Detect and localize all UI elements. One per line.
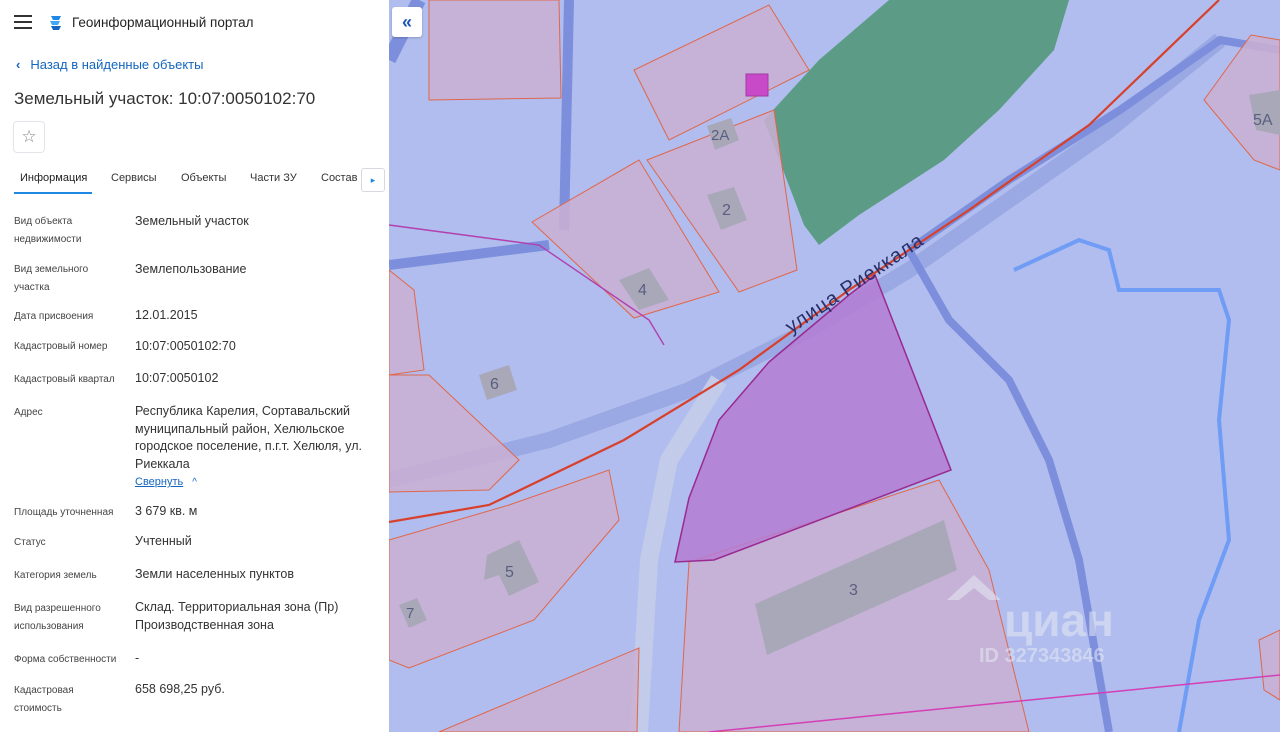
field-label-permitted-use: Вид разрешенного использования (14, 603, 101, 632)
field-value-cadastral-number: 10:07:0050102:70 (135, 339, 236, 353)
field-value-object-type: Земельный участок (135, 214, 249, 228)
field-value-area: 3 679 кв. м (135, 504, 198, 518)
parcel (1258, 629, 1280, 701)
favorite-button[interactable]: ☆ (13, 121, 45, 153)
building-number: 2 (722, 202, 731, 219)
field-value-assign-date: 12.01.2015 (135, 308, 198, 322)
chevron-up-icon: ^ (192, 477, 197, 488)
road (559, 0, 574, 231)
building-number: 5 (505, 564, 514, 581)
watermark-brand: циан (1004, 594, 1114, 646)
watermark-id: ID 327343846 (979, 645, 1105, 667)
field-value-status: Учтенный (135, 534, 192, 548)
page-title: Земельный участок: 10:07:0050102:70 (14, 89, 316, 108)
collapse-address-link[interactable]: Свернуть ^ (135, 476, 197, 488)
field-label-assign-date: Дата присвоения (14, 311, 94, 322)
building-number: 5А (1253, 112, 1273, 129)
field-value-parcel-type: Землепользование (135, 262, 247, 276)
tab-composition[interactable]: Состав (321, 172, 357, 184)
field-value-ownership: - (135, 651, 140, 665)
double-chevron-left-icon: « (401, 11, 412, 32)
app-header: Геоинформационный портал (0, 0, 389, 46)
building-number: 6 (490, 376, 499, 393)
map-canvas[interactable]: улица Риеккала 2А 2 4 6 5 7 3 5А циан ID… (389, 0, 1280, 732)
back-link-label: Назад в найденные объекты (30, 57, 204, 72)
building-number: 7 (406, 605, 414, 622)
field-label-cadastral-number: Кадастровый номер (14, 341, 108, 352)
building-number: 4 (638, 282, 647, 299)
road (389, 240, 550, 270)
tab-services[interactable]: Сервисы (111, 172, 157, 184)
star-icon: ☆ (21, 127, 37, 146)
field-value-cadastral-quarter: 10:07:0050102 (135, 371, 219, 385)
active-tab-indicator (14, 192, 92, 194)
building-number: 3 (849, 582, 858, 599)
field-label-object-type: Вид объекта недвижимости (14, 216, 82, 245)
parcel (389, 269, 425, 376)
field-label-cadastral-quarter: Кадастровый квартал (14, 374, 115, 385)
field-value-cadastral-value: 658 698,25 руб. (135, 682, 225, 696)
menu-icon[interactable] (14, 15, 32, 29)
field-label-status: Статус (14, 537, 46, 548)
field-label-address: Адрес (14, 407, 43, 418)
back-to-results-link[interactable]: ‹ Назад в найденные объекты (16, 57, 203, 72)
info-panel: Геоинформационный портал ‹ Назад в найде… (0, 0, 390, 732)
map-view[interactable]: улица Риеккала 2А 2 4 6 5 7 3 5А циан ID… (389, 0, 1280, 732)
collapse-link-label: Свернуть (135, 476, 184, 488)
building (745, 73, 769, 97)
chevron-left-icon: ‹ (16, 57, 21, 72)
app-title: Геоинформационный портал (72, 15, 254, 30)
forest-area (764, 0, 1069, 245)
parcel (438, 647, 640, 732)
field-value-land-category: Земли населенных пунктов (135, 567, 294, 581)
field-label-land-category: Категория земель (14, 570, 97, 581)
field-label-ownership: Форма собственности (14, 654, 117, 665)
collapse-panel-button[interactable]: « (392, 7, 422, 37)
tab-bar: Информация Сервисы Объекты Части ЗУ Сост… (0, 166, 389, 194)
field-label-area: Площадь уточненная (14, 507, 114, 518)
portal-logo-icon (50, 16, 61, 30)
tab-parcel-parts[interactable]: Части ЗУ (250, 172, 297, 184)
tabs-scroll-right-button[interactable]: ▸ (361, 168, 385, 192)
field-label-cadastral-value: Кадастровая стоимость (14, 685, 74, 714)
building-number: 2А (711, 127, 729, 144)
parcel (428, 0, 562, 101)
tab-information[interactable]: Информация (20, 172, 87, 184)
tab-objects[interactable]: Объекты (181, 172, 226, 184)
field-value-address: Республика Карелия, Сортавальский муници… (135, 404, 362, 471)
chevron-right-icon: ▸ (370, 174, 376, 185)
field-label-parcel-type: Вид земельного участка (14, 264, 89, 293)
field-value-permitted-use: Склад. Территориальная зона (Пр) Произво… (135, 600, 339, 632)
